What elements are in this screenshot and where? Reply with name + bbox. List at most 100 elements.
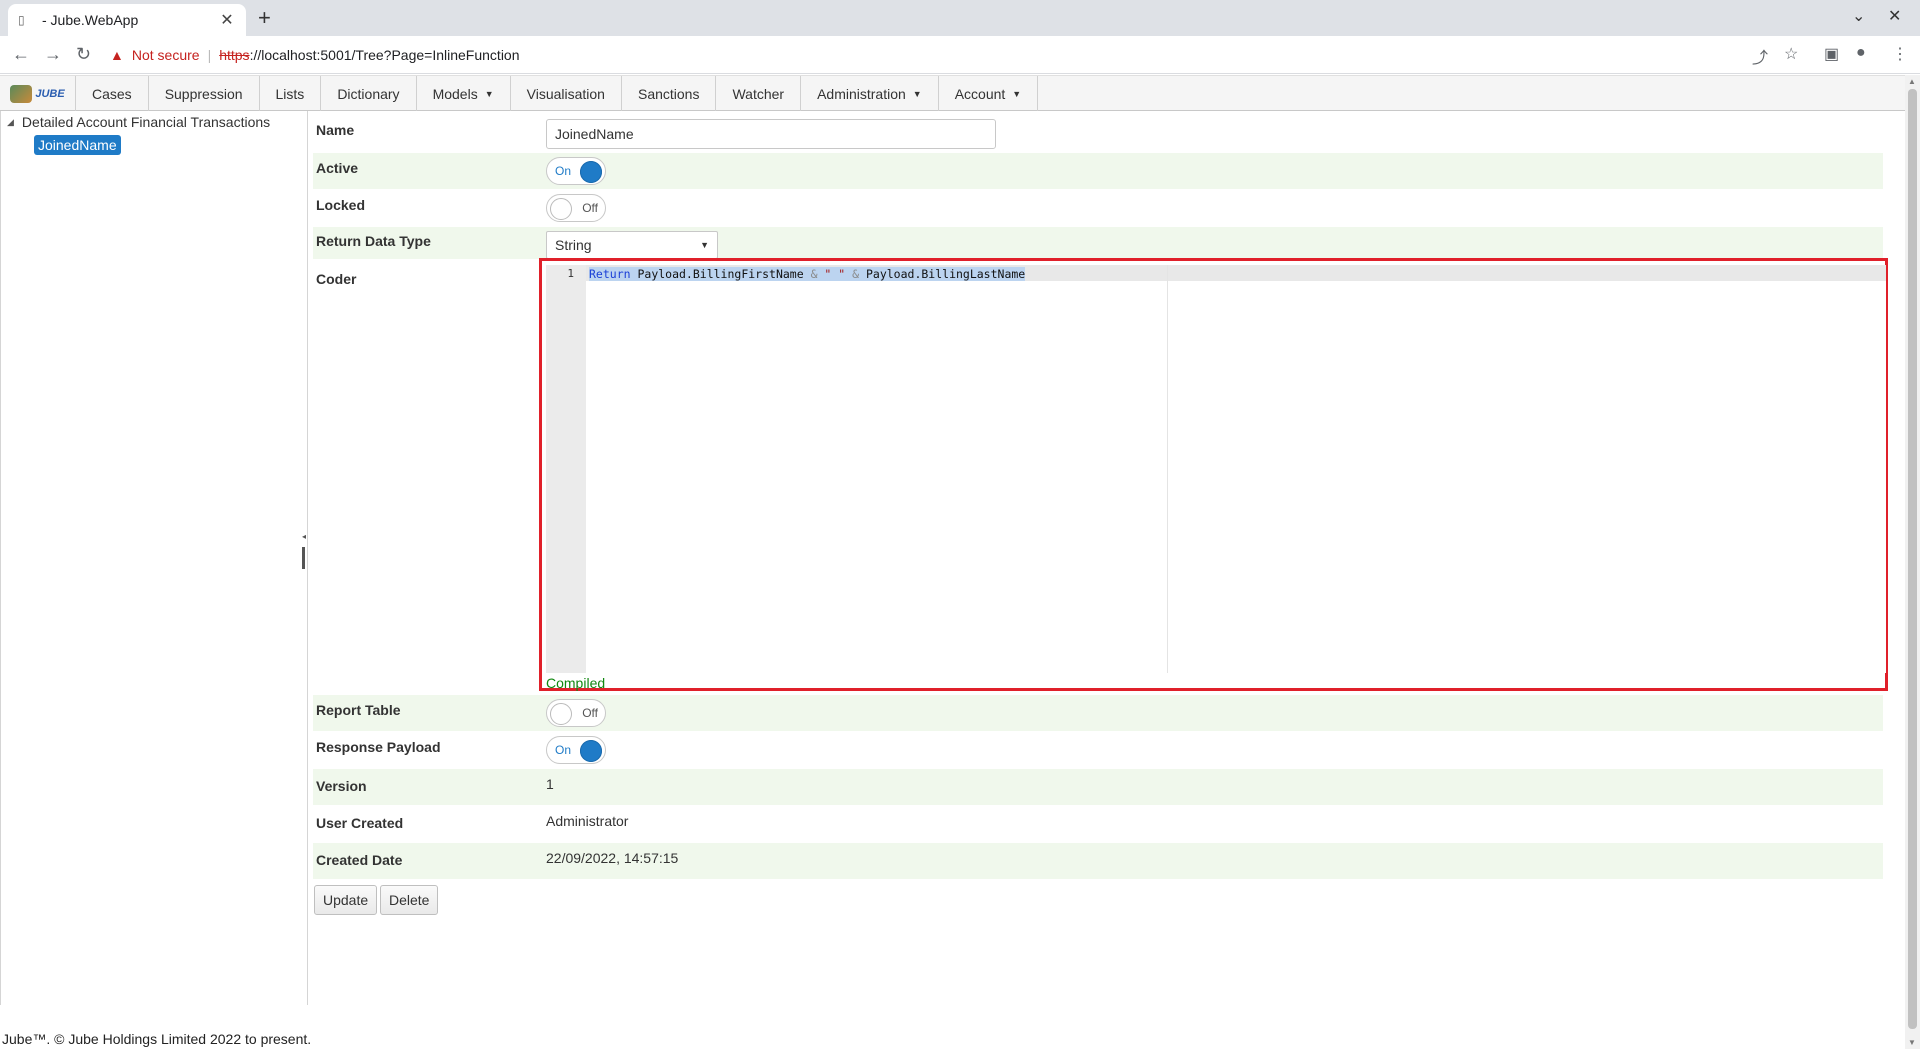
page-footer: Jube™. © Jube Holdings Limited 2022 to p… [2,1031,312,1047]
code-editor[interactable]: 1 Return Payload.BillingFirstName & " " … [546,265,1886,673]
splitter-grip[interactable] [302,547,305,569]
toggle-knob [550,703,572,725]
menu-label: Lists [275,85,305,102]
toggle-state-label: On [555,743,572,757]
update-button[interactable]: Update [314,885,378,915]
row-return-data-type: Return Data Type String ▼ [313,227,1883,259]
code-segment: Payload.BillingFirstName [630,267,811,281]
close-window-icon[interactable]: ✕ [1888,6,1901,26]
locked-label: Locked [316,197,366,213]
created-date-value: 22/09/2022, 14:57:15 [546,850,679,866]
new-tab-button[interactable]: + [258,6,271,30]
app-menubar: JUBE Cases Suppression Lists Dictionary … [0,75,1905,111]
menu-label: Suppression [164,85,243,102]
coder-highlight-box: 1 Return Payload.BillingFirstName & " " … [539,258,1888,691]
user-created-label: User Created [316,815,404,831]
toggle-state-label: Off [582,706,598,720]
menu-visualisation[interactable]: Visualisation [511,76,622,111]
report-table-toggle[interactable]: Off [546,699,606,727]
menu-label: Visualisation [526,85,605,102]
close-tab-icon[interactable]: ✕ [218,10,236,30]
forward-arrow-icon[interactable]: → [44,44,62,64]
menu-cases[interactable]: Cases [76,76,149,111]
name-input[interactable]: JoinedName [546,119,996,149]
row-version: Version 1 [313,769,1883,805]
kebab-menu-icon[interactable]: ⋮ [1892,44,1908,64]
caret-down-icon: ▼ [912,88,922,99]
url-path: ://localhost:5001/Tree?Page=InlineFuncti… [249,47,520,63]
created-date-label: Created Date [316,852,403,868]
menu-label: Cases [92,85,132,102]
row-report-table: Report Table Off [313,695,1883,731]
row-active: Active On [313,153,1883,189]
toggle-knob [580,740,602,762]
menu-models[interactable]: Models ▼ [417,76,511,111]
editor-gutter: 1 [546,265,586,673]
scrollbar-thumb[interactable] [1908,89,1917,1029]
page-icon: ▯ [18,13,25,27]
menu-label: Sanctions [637,85,700,102]
toggle-state-label: On [555,164,572,178]
menu-suppression[interactable]: Suppression [149,76,260,111]
response-payload-toggle[interactable]: On [546,736,606,764]
menu-administration[interactable]: Administration ▼ [801,76,939,111]
pane-splitter[interactable]: ◂ [302,111,308,1005]
locked-toggle[interactable]: Off [546,194,606,222]
share-icon[interactable]: ⤴ [1752,44,1768,68]
return-data-type-select[interactable]: String ▼ [546,231,718,259]
star-icon[interactable]: ☆ [1784,44,1798,64]
side-panel-icon[interactable]: ▣ [1824,44,1839,64]
tab-title: - Jube.WebApp [42,12,139,28]
version-label: Version [316,778,367,794]
vertical-scrollbar[interactable]: ▲ ▼ [1905,75,1920,1049]
menu-dictionary[interactable]: Dictionary [321,76,417,111]
user-created-value: Administrator [546,813,629,829]
active-label: Active [316,160,359,176]
code-text[interactable]: Return Payload.BillingFirstName & " " & … [589,267,1026,281]
toggle-state-label: Off [582,201,598,215]
scroll-up-icon[interactable]: ▲ [1908,77,1916,86]
caret-down-icon: ▼ [1012,88,1022,99]
menu-label: Watcher [732,85,785,102]
jube-logo[interactable]: JUBE [0,76,76,111]
logo-text: JUBE [35,87,65,100]
menu-watcher[interactable]: Watcher [716,76,802,111]
return-data-type-label: Return Data Type [316,233,431,249]
chevron-down-icon[interactable]: ⌄ [1852,6,1865,26]
row-response-payload: Response Payload On [313,732,1883,768]
menu-label: Account [954,85,1006,102]
row-created-date: Created Date 22/09/2022, 14:57:15 [313,843,1883,879]
active-toggle[interactable]: On [546,157,606,185]
line-number: 1 [567,267,574,280]
tree-root-node[interactable]: ◢ Detailed Account Financial Transaction… [7,114,270,130]
name-label: Name [316,122,355,138]
browser-toolbar: ← → ↻ ▲ Not secure | https://localhost:5… [0,36,1920,74]
menu-sanctions[interactable]: Sanctions [622,76,717,111]
caret-down-icon: ▼ [484,88,494,99]
response-payload-label: Response Payload [316,739,441,755]
collapse-arrow-icon[interactable]: ◂ [302,532,306,541]
scroll-down-icon[interactable]: ▼ [1908,1038,1916,1047]
url-scheme: https [219,47,250,63]
code-operator: & [810,267,818,281]
address-bar[interactable]: ▲ Not secure | https://localhost:5001/Tr… [110,40,520,70]
delete-button[interactable]: Delete [380,885,439,915]
tree-pane: ◢ Detailed Account Financial Transaction… [0,111,303,1005]
menu-lists[interactable]: Lists [260,76,322,111]
expand-triangle-icon[interactable]: ◢ [7,117,14,128]
report-table-label: Report Table [316,702,401,718]
profile-icon[interactable]: ● [1856,44,1866,62]
browser-tab[interactable]: ▯ - Jube.WebApp ✕ [8,4,246,36]
code-string: " " [817,267,853,281]
address-divider: | [207,47,212,63]
dropdown-arrow-icon: ▼ [700,240,709,250]
menu-account[interactable]: Account ▼ [939,76,1039,111]
reload-icon[interactable]: ↻ [76,44,91,64]
toggle-knob [550,198,572,220]
row-locked: Locked Off [313,190,1883,226]
menu-label: Models [432,85,478,102]
tree-node-selected[interactable]: JoinedName [34,135,121,155]
browser-tabstrip: ▯ - Jube.WebApp ✕ + ⌄ ✕ [0,0,1920,36]
code-keyword: Return [589,267,631,281]
back-arrow-icon[interactable]: ← [12,44,30,64]
